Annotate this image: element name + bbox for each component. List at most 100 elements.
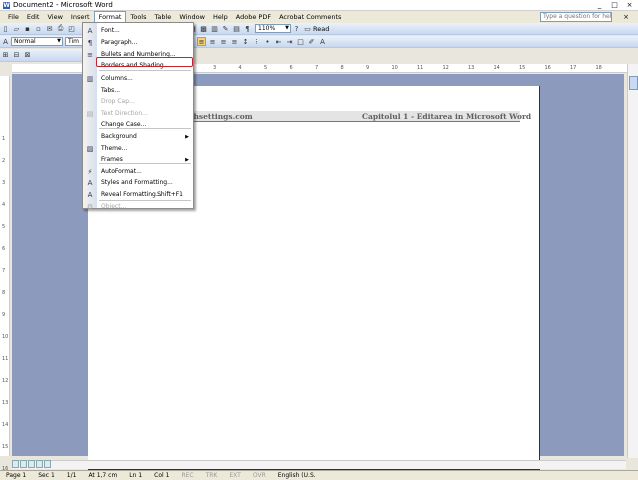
vertical-scrollbar[interactable] xyxy=(627,64,638,458)
format-menu: A Font... ¶ Paragraph... ≡ Bullets and Number… xyxy=(82,22,194,211)
menu-view[interactable]: View xyxy=(43,12,66,23)
font-color-icon[interactable]: A xyxy=(318,37,327,46)
convert-pdf-icon[interactable]: ⊞ xyxy=(1,51,10,60)
menu-item-icon: ⚡ xyxy=(87,167,93,176)
save-icon[interactable]: ▪ xyxy=(23,24,32,33)
permission-icon[interactable]: ▫ xyxy=(34,24,43,33)
reading-view-icon[interactable] xyxy=(44,460,51,468)
print-layout-icon[interactable] xyxy=(28,460,35,468)
status-ext[interactable]: EXT xyxy=(223,472,246,479)
format-menu-item[interactable]: A Reveal Formatting... Shift+F1 xyxy=(83,189,193,200)
zoom-dropdown[interactable]: 110% ▼ xyxy=(255,24,291,33)
ruler-number: 4 xyxy=(238,65,242,71)
pdf-email-icon[interactable]: ⊟ xyxy=(12,51,21,60)
read-icon[interactable]: ▭ xyxy=(303,24,312,33)
columns-icon[interactable]: ▥ xyxy=(210,24,219,33)
menu-item-label: Theme... xyxy=(101,145,128,152)
line-spacing-icon[interactable]: ↕ xyxy=(241,37,250,46)
vertical-ruler[interactable]: 1234567891011121314151617 xyxy=(0,76,10,472)
close-button[interactable]: × xyxy=(623,1,636,10)
format-menu-item[interactable]: ⚡ AutoFormat... xyxy=(83,166,193,177)
menu-item-icon: A xyxy=(87,26,93,35)
menu-file[interactable]: File xyxy=(4,12,23,23)
menu-item-label: Paragraph... xyxy=(101,39,138,46)
center-icon[interactable]: ≡ xyxy=(208,37,217,46)
print-icon[interactable]: ⎙ xyxy=(56,24,65,33)
help-icon[interactable]: ? xyxy=(292,24,301,33)
ruler-number: 4 xyxy=(2,202,6,208)
ask-question-box[interactable] xyxy=(540,12,612,22)
web-view-icon[interactable] xyxy=(20,460,27,468)
menu-acrobat-comments[interactable]: Acrobat Comments xyxy=(275,12,345,23)
format-menu-item[interactable]: A Styles and Formatting... xyxy=(83,177,193,188)
ruler-number: 15 xyxy=(519,65,526,71)
status-section: Sec 1 xyxy=(38,472,55,479)
font-dropdown[interactable]: Tim xyxy=(65,37,83,46)
format-menu-item[interactable]: Background ▶ xyxy=(83,131,193,142)
menu-table[interactable]: Table xyxy=(151,12,176,23)
chevron-down-icon: ▼ xyxy=(57,38,61,44)
drawing-icon[interactable]: ✎ xyxy=(221,24,230,33)
minimize-button[interactable]: _ xyxy=(593,1,606,10)
menu-adobe-pdf[interactable]: Adobe PDF xyxy=(232,12,275,23)
status-ovr[interactable]: OVR xyxy=(247,472,272,479)
menu-item-label: Styles and Formatting... xyxy=(101,179,173,186)
menu-insert[interactable]: Insert xyxy=(67,12,94,23)
menu-edit[interactable]: Edit xyxy=(23,12,44,23)
bullets-icon[interactable]: • xyxy=(263,37,272,46)
menu-tools[interactable]: Tools xyxy=(126,12,150,23)
align-right-icon[interactable]: ≡ xyxy=(219,37,228,46)
open-icon[interactable]: ▱ xyxy=(12,24,21,33)
header-right-text: Capitolul 1 - Editarea in Microsoft Word xyxy=(362,112,532,121)
email-icon[interactable]: ✉ xyxy=(45,24,54,33)
scroll-thumb[interactable] xyxy=(629,76,638,90)
document-map-icon[interactable]: ▤ xyxy=(232,24,241,33)
insert-excel-icon[interactable]: ▩ xyxy=(199,24,208,33)
menu-window[interactable]: Window xyxy=(175,12,209,23)
new-document-icon[interactable]: ▯ xyxy=(1,24,10,33)
format-menu-item[interactable]: ▥ Columns... xyxy=(83,73,193,84)
ruler-number: 9 xyxy=(2,312,6,318)
normal-view-icon[interactable] xyxy=(12,460,19,468)
decrease-indent-icon[interactable]: ⇤ xyxy=(274,37,283,46)
align-left-icon[interactable]: ≡ xyxy=(197,37,206,46)
status-trk[interactable]: TRK xyxy=(200,472,224,479)
ruler-number: 12 xyxy=(442,65,449,71)
ruler-number: 15 xyxy=(2,444,9,450)
ruler-number: 5 xyxy=(2,224,6,230)
styles-pane-icon[interactable]: A xyxy=(1,37,10,46)
numbering-icon[interactable]: ⁝ xyxy=(252,37,261,46)
increase-indent-icon[interactable]: ⇥ xyxy=(285,37,294,46)
ruler-number: 9 xyxy=(366,65,370,71)
highlight-icon[interactable]: ✐ xyxy=(307,37,316,46)
outline-view-icon[interactable] xyxy=(36,460,43,468)
status-rec[interactable]: REC xyxy=(175,472,199,479)
print-preview-icon[interactable]: ◰ xyxy=(67,24,76,33)
close-document-icon[interactable]: × xyxy=(618,12,634,22)
horizontal-scrollbar[interactable] xyxy=(12,460,626,469)
border-icon[interactable]: □ xyxy=(296,37,305,46)
read-button[interactable]: Read xyxy=(313,25,329,33)
pdf-review-icon[interactable]: ⊠ xyxy=(23,51,32,60)
menu-help[interactable]: Help xyxy=(209,12,232,23)
ruler-number: 5 xyxy=(264,65,268,71)
format-menu-item[interactable]: ¶ Paragraph... xyxy=(83,37,193,48)
menu-separator xyxy=(99,70,191,71)
highlight-box xyxy=(96,57,193,67)
view-buttons xyxy=(12,460,51,468)
show-hide-icon[interactable]: ¶ xyxy=(243,24,252,33)
format-menu-item[interactable]: ▨ Theme... xyxy=(83,143,193,154)
ruler-number: 12 xyxy=(2,378,9,384)
menu-item-label: Tabs... xyxy=(101,87,121,94)
maximize-button[interactable]: □ xyxy=(608,1,621,10)
status-column: Col 1 xyxy=(154,472,170,479)
status-pages: 1/1 xyxy=(66,472,77,479)
justify-icon[interactable]: ≡ xyxy=(230,37,239,46)
style-dropdown[interactable]: Normal ▼ xyxy=(11,37,63,46)
status-line: Ln 1 xyxy=(129,472,143,479)
format-menu-item[interactable]: Tabs... xyxy=(83,85,193,96)
ruler-number: 16 xyxy=(544,65,551,71)
format-menu-item[interactable]: A Font... xyxy=(83,25,193,36)
menu-item-icon: ≡ xyxy=(87,50,93,59)
ask-question-input[interactable] xyxy=(543,13,611,20)
